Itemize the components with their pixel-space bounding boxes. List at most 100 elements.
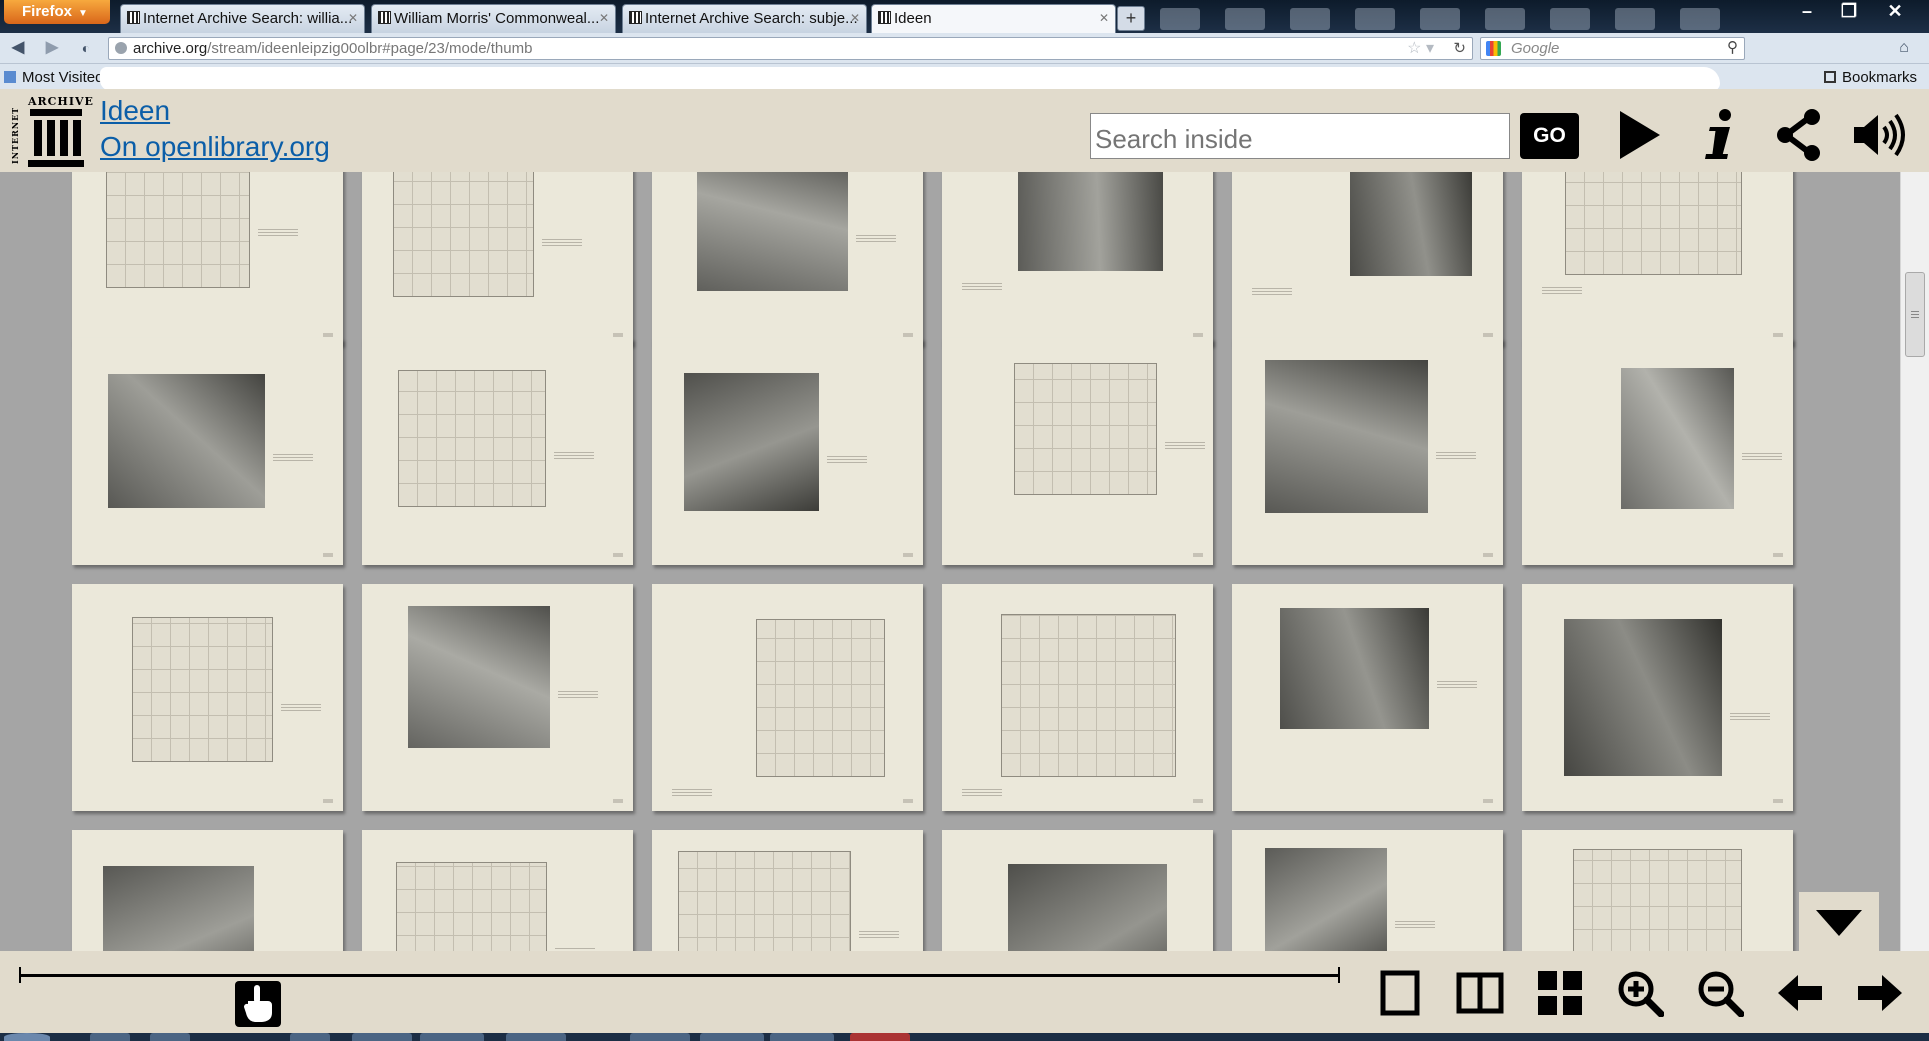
page-slider-handle[interactable] [234, 981, 281, 1027]
page-thumbnail[interactable] [1232, 584, 1503, 811]
page-thumbnail[interactable] [942, 172, 1213, 345]
most-visited-bookmark[interactable]: Most Visited [4, 69, 103, 86]
url-bar[interactable]: archive.org/stream/ideenleipzig00olbr#pa… [108, 37, 1473, 60]
taskbar-button[interactable] [150, 1033, 190, 1041]
search-engine-field[interactable]: Google ⚲ [1480, 37, 1745, 60]
taskbar-button[interactable] [420, 1033, 484, 1041]
page-thumbnail[interactable] [72, 830, 343, 951]
restore-button[interactable]: ❐ [1828, 0, 1870, 22]
page-thumbnail[interactable] [1522, 338, 1793, 565]
vertical-scrollbar[interactable] [1900, 172, 1929, 951]
page-thumbnail[interactable] [72, 584, 343, 811]
taskbar-button[interactable] [850, 1033, 910, 1041]
close-tab-icon[interactable]: ✕ [850, 11, 860, 25]
play-icon[interactable] [1610, 107, 1666, 163]
page-thumbnail[interactable] [1522, 172, 1793, 345]
page-number-mark [613, 799, 623, 803]
previous-page-icon[interactable] [1776, 969, 1824, 1017]
history-icon[interactable]: ◐ [76, 38, 96, 58]
page-thumbnail[interactable] [652, 830, 923, 951]
page-caption [859, 930, 899, 939]
page-number-mark [1483, 553, 1493, 557]
bookmarks-label: Bookmarks [1841, 69, 1917, 86]
new-tab-button[interactable]: + [1117, 6, 1145, 31]
firefox-menu-button[interactable]: Firefox ▼ [4, 0, 110, 24]
page-caption [542, 239, 582, 247]
tab-internet-archive-search-1[interactable]: Internet Archive Search: willia... ✕ [120, 4, 365, 33]
page-photo-illustration [1265, 848, 1387, 951]
page-thumbnail[interactable] [362, 172, 633, 345]
share-icon[interactable] [1772, 107, 1828, 163]
page-thumbnail[interactable] [652, 338, 923, 565]
internet-archive-logo[interactable]: INTERNET ARCHIVE [10, 95, 93, 170]
taskbar-button[interactable] [630, 1033, 690, 1041]
book-title-link[interactable]: Ideen [100, 93, 170, 129]
close-tab-icon[interactable]: ✕ [599, 11, 609, 25]
page-thumbnail[interactable] [362, 830, 633, 951]
tab-william-morris[interactable]: William Morris' Commonweal... ✕ [371, 4, 616, 33]
hand-pointer-icon [243, 985, 272, 1022]
start-button[interactable] [4, 1033, 50, 1041]
taskbar-button[interactable] [290, 1033, 330, 1041]
back-arrow-icon[interactable]: ◀ [8, 38, 28, 58]
site-identity-icon[interactable] [115, 42, 127, 54]
page-number-mark [323, 799, 333, 803]
two-page-icon[interactable] [1456, 969, 1504, 1017]
page-thumbnail[interactable] [1522, 830, 1793, 951]
zoom-in-icon[interactable] [1616, 969, 1664, 1017]
page-thumbnail[interactable] [942, 584, 1213, 811]
page-number-mark [1193, 553, 1203, 557]
page-line-drawing [132, 617, 273, 762]
taskbar-button[interactable] [352, 1033, 412, 1041]
search-inside-input[interactable] [1090, 113, 1510, 159]
page-slider-track[interactable] [20, 974, 1340, 977]
thumbnail-grid-icon[interactable] [1536, 969, 1584, 1017]
bookmark-folder-icon [4, 71, 16, 83]
close-tab-icon[interactable]: ✕ [348, 11, 358, 25]
info-icon[interactable] [1692, 107, 1748, 163]
page-thumbnail[interactable] [72, 172, 343, 345]
page-line-drawing [1573, 849, 1742, 951]
taskbar-button[interactable] [700, 1033, 764, 1041]
home-icon[interactable]: ⌂ [1894, 38, 1914, 58]
openlibrary-link[interactable]: On openlibrary.org [100, 129, 330, 165]
page-thumbnail[interactable] [362, 584, 633, 811]
close-tab-icon[interactable]: ✕ [1099, 11, 1109, 25]
taskbar-button[interactable] [770, 1033, 834, 1041]
bookmarks-menu[interactable]: Bookmarks [1823, 69, 1917, 86]
zoom-out-icon[interactable] [1696, 969, 1744, 1017]
minimize-button[interactable]: – [1786, 0, 1828, 22]
one-page-icon[interactable] [1376, 969, 1424, 1017]
taskbar-preview [1225, 8, 1265, 30]
page-thumbnail[interactable] [652, 584, 923, 811]
page-thumbnail[interactable] [942, 830, 1213, 951]
page-thumbnail[interactable] [652, 172, 923, 345]
taskbar-preview [1160, 8, 1200, 30]
tab-ideen[interactable]: Ideen ✕ [871, 4, 1116, 34]
tab-internet-archive-search-2[interactable]: Internet Archive Search: subje... ✕ [622, 4, 867, 33]
triangle-down-icon [1816, 910, 1862, 936]
go-button[interactable]: GO [1520, 113, 1579, 159]
bookmarks-icon [1823, 71, 1836, 83]
page-thumbnail[interactable] [362, 338, 633, 565]
next-page-icon[interactable] [1856, 969, 1904, 1017]
page-photo-illustration [1008, 864, 1167, 951]
page-thumbnail[interactable] [942, 338, 1213, 565]
close-window-button[interactable]: ✕ [1870, 0, 1920, 22]
page-thumbnail[interactable] [1232, 338, 1503, 565]
audio-icon[interactable] [1850, 107, 1906, 163]
taskbar-button[interactable] [506, 1033, 566, 1041]
page-thumbnail[interactable] [72, 338, 343, 565]
page-thumbnail[interactable] [1232, 172, 1503, 345]
forward-arrow-icon[interactable]: ▶ [42, 38, 62, 58]
bookmark-star-icon[interactable]: ☆ ▾ [1407, 38, 1434, 58]
google-icon[interactable] [1486, 41, 1501, 56]
search-icon[interactable]: ⚲ [1727, 38, 1738, 56]
taskbar-button[interactable] [90, 1033, 130, 1041]
scroll-down-button[interactable] [1799, 892, 1879, 952]
scrollbar-thumb[interactable] [1905, 272, 1925, 357]
page-thumbnail[interactable] [1232, 830, 1503, 951]
reload-icon[interactable]: ↻ [1453, 39, 1466, 57]
page-caption [856, 234, 896, 243]
page-thumbnail[interactable] [1522, 584, 1793, 811]
